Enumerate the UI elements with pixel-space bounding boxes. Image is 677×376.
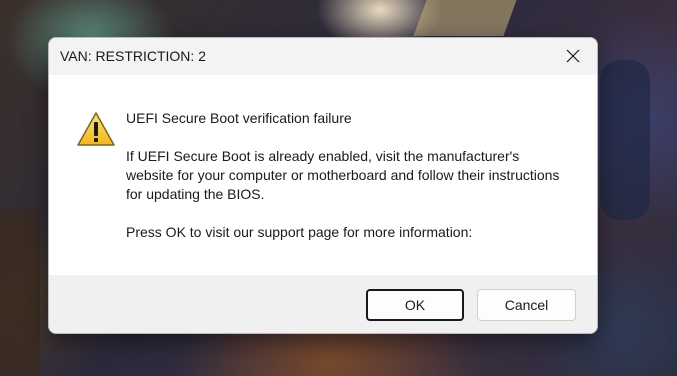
message-heading: UEFI Secure Boot verification failure bbox=[126, 110, 352, 126]
dialog-title: VAN: RESTRICTION: 2 bbox=[60, 48, 206, 64]
warning-icon bbox=[77, 112, 115, 146]
dialog-content: UEFI Secure Boot verification failure If… bbox=[49, 75, 597, 275]
dialog-footer: OK Cancel bbox=[49, 275, 597, 333]
wallpaper-detail bbox=[0, 210, 40, 376]
dialog-message: UEFI Secure Boot verification failure If… bbox=[126, 109, 566, 242]
message-prompt: Press OK to visit our support page for m… bbox=[126, 224, 473, 240]
cancel-button[interactable]: Cancel bbox=[477, 289, 576, 321]
wallpaper-detail bbox=[413, 0, 517, 36]
close-icon bbox=[566, 49, 580, 63]
message-dialog: VAN: RESTRICTION: 2 UEFI Secure Boot ver… bbox=[48, 37, 598, 334]
message-body: If UEFI Secure Boot is already enabled, … bbox=[126, 148, 560, 202]
ok-button[interactable]: OK bbox=[366, 289, 464, 321]
close-button[interactable] bbox=[555, 42, 591, 70]
dialog-titlebar[interactable]: VAN: RESTRICTION: 2 bbox=[49, 38, 597, 75]
wallpaper-detail bbox=[600, 60, 650, 220]
